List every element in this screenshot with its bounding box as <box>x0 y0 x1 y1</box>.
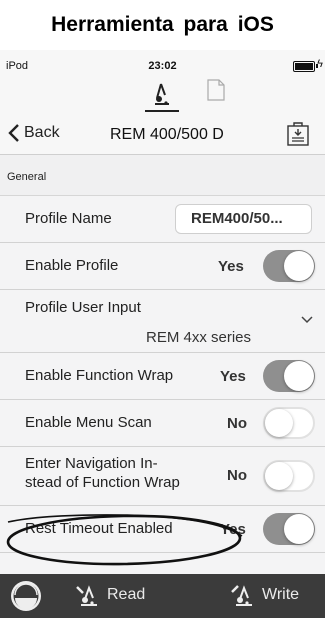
phone-screen: iPod 23:02 ϟ Back REM 400/500 D General … <box>0 50 325 618</box>
mode-bar <box>0 76 325 114</box>
bottom-toolbar: Read Write <box>0 574 325 618</box>
read-label: Read <box>107 586 146 603</box>
enable-function-wrap-toggle[interactable] <box>263 360 315 392</box>
back-button[interactable]: Back <box>8 124 60 142</box>
setting-label: Profile Name <box>25 210 112 227</box>
setting-value: No <box>227 415 247 432</box>
write-label: Write <box>262 586 300 603</box>
read-icon <box>76 585 97 606</box>
write-icon <box>231 585 252 606</box>
write-button[interactable]: Write <box>230 584 299 606</box>
figure-caption: Herramienta para iOS <box>51 13 274 36</box>
profile-user-input-value: REM 4xx series <box>146 329 252 346</box>
section-title: General <box>7 171 47 183</box>
read-button[interactable]: Read <box>75 584 145 606</box>
section-header-general: General <box>0 155 325 196</box>
setting-label: Enable Menu Scan <box>25 414 152 431</box>
setting-label: Enable Profile <box>25 257 119 274</box>
drive-mode-icon[interactable] <box>147 76 177 112</box>
navigation-bar: Back REM 400/500 D <box>0 114 325 155</box>
chevron-down-icon <box>301 316 313 324</box>
save-to-device-icon[interactable] <box>287 122 309 146</box>
back-chevron-icon <box>8 124 19 142</box>
setting-row-profile-user-input[interactable]: Profile User Input REM 4xx series <box>0 290 325 353</box>
status-bar: iPod 23:02 ϟ <box>0 50 325 76</box>
page-title: REM 400/500 D <box>110 126 224 143</box>
enter-navigation-toggle[interactable] <box>263 460 315 492</box>
active-mode-indicator <box>145 110 179 112</box>
setting-row-profile-name: Profile Name REM400/50... <box>0 196 325 243</box>
setting-label: Profile User Input <box>25 299 141 316</box>
battery-icon <box>293 61 318 72</box>
setting-value: Yes <box>220 368 246 385</box>
profile-name-field[interactable]: REM400/50... <box>175 204 312 234</box>
status-time: 23:02 <box>148 60 177 72</box>
highlight-annotation <box>6 514 243 566</box>
setting-value: No <box>227 467 247 484</box>
setting-row-enter-navigation: Enter Navigation In- stead of Function W… <box>0 447 325 506</box>
setting-label-line2: stead of Function Wrap <box>25 474 180 491</box>
setting-label: Enable Function Wrap <box>25 367 174 384</box>
setting-row-enable-menu-scan: Enable Menu Scan No <box>0 400 325 447</box>
app-logo-icon[interactable] <box>10 580 42 612</box>
enable-profile-toggle[interactable] <box>263 250 315 282</box>
setting-row-enable-function-wrap: Enable Function Wrap Yes <box>0 353 325 400</box>
enable-menu-scan-toggle[interactable] <box>263 407 315 439</box>
setting-label-line1: Enter Navigation In- <box>25 455 158 472</box>
charging-icon: ϟ <box>317 58 323 70</box>
setting-value: Yes <box>218 258 244 275</box>
document-icon[interactable] <box>207 79 225 101</box>
setting-row-enable-profile: Enable Profile Yes <box>0 243 325 290</box>
back-label: Back <box>24 124 60 141</box>
